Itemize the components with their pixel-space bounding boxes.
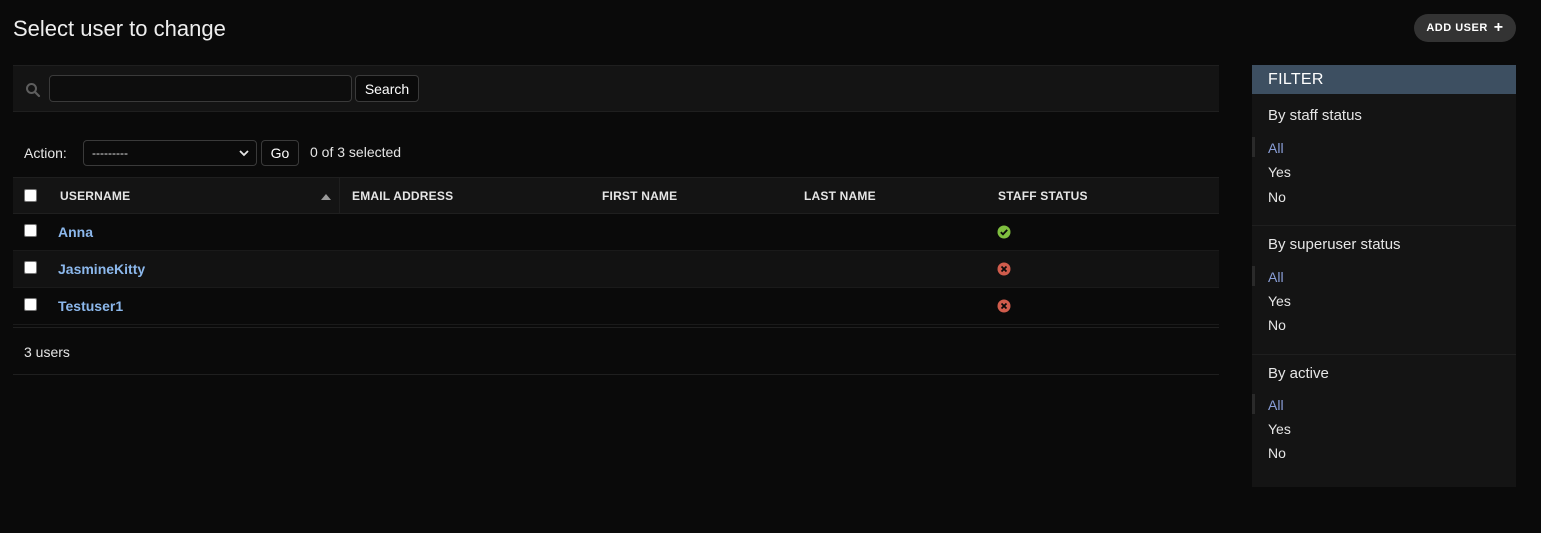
paginator: 3 users	[13, 327, 1219, 375]
check-circle-icon	[997, 225, 1011, 239]
column-divider	[339, 178, 340, 213]
filter-option-yes[interactable]: Yes	[1268, 164, 1291, 180]
add-user-button[interactable]: ADD USER +	[1414, 14, 1516, 42]
filter-option-no[interactable]: No	[1268, 317, 1286, 333]
table-row: Anna	[13, 214, 1219, 251]
sort-ascending-icon[interactable]	[321, 194, 331, 200]
action-select[interactable]: ---------	[83, 140, 257, 166]
result-count: 3 users	[24, 344, 70, 360]
column-header-username[interactable]: USERNAME	[60, 189, 130, 203]
action-bar: Action: --------- Go 0 of 3 selected	[24, 140, 624, 166]
filter-option-no[interactable]: No	[1268, 189, 1286, 205]
row-checkbox[interactable]	[24, 298, 37, 311]
table-header: USERNAME EMAIL ADDRESS FIRST NAME LAST N…	[13, 177, 1219, 214]
selection-counter: 0 of 3 selected	[310, 144, 402, 160]
column-header-last-name[interactable]: LAST NAME	[804, 189, 876, 203]
filter-option-all[interactable]: All	[1252, 137, 1284, 157]
filter-title: By active	[1268, 365, 1329, 382]
row-checkbox[interactable]	[24, 261, 37, 274]
action-select-value: ---------	[92, 146, 128, 160]
filter-title: By superuser status	[1268, 236, 1401, 253]
filter-section-superuser-status: By superuser status All Yes No	[1252, 226, 1516, 355]
filter-title: By staff status	[1268, 107, 1362, 124]
select-all-checkbox[interactable]	[24, 189, 37, 202]
table-row: JasmineKitty	[13, 251, 1219, 288]
username-link[interactable]: JasmineKitty	[58, 261, 145, 277]
filter-option-no[interactable]: No	[1268, 445, 1286, 461]
filter-option-all[interactable]: All	[1252, 266, 1284, 286]
row-checkbox[interactable]	[24, 224, 37, 237]
search-input[interactable]	[49, 75, 352, 102]
username-link[interactable]: Testuser1	[58, 298, 123, 314]
search-toolbar: Search	[13, 65, 1219, 112]
table-row: Testuser1	[13, 288, 1219, 325]
filter-section-active: By active All Yes No	[1252, 355, 1516, 485]
results-table: USERNAME EMAIL ADDRESS FIRST NAME LAST N…	[13, 177, 1219, 325]
filter-header: FILTER	[1252, 65, 1516, 94]
plus-icon: +	[1493, 19, 1504, 36]
search-icon	[26, 83, 41, 98]
action-label: Action:	[24, 145, 67, 161]
chevron-down-icon	[239, 150, 249, 157]
filter-section-staff-status: By staff status All Yes No	[1252, 94, 1516, 226]
page-title: Select user to change	[13, 16, 226, 41]
x-circle-icon	[997, 262, 1011, 276]
username-link[interactable]: Anna	[58, 224, 93, 240]
x-circle-icon	[997, 299, 1011, 313]
column-header-staff-status[interactable]: STAFF STATUS	[998, 189, 1088, 203]
filter-option-all[interactable]: All	[1252, 394, 1284, 414]
go-button[interactable]: Go	[261, 140, 299, 166]
filter-panel: FILTER By staff status All Yes No By sup…	[1252, 65, 1516, 487]
search-button[interactable]: Search	[355, 75, 419, 102]
filter-option-yes[interactable]: Yes	[1268, 293, 1291, 309]
column-header-email[interactable]: EMAIL ADDRESS	[352, 189, 453, 203]
add-user-label: ADD USER	[1426, 22, 1488, 34]
filter-option-yes[interactable]: Yes	[1268, 421, 1291, 437]
column-header-first-name[interactable]: FIRST NAME	[602, 189, 677, 203]
